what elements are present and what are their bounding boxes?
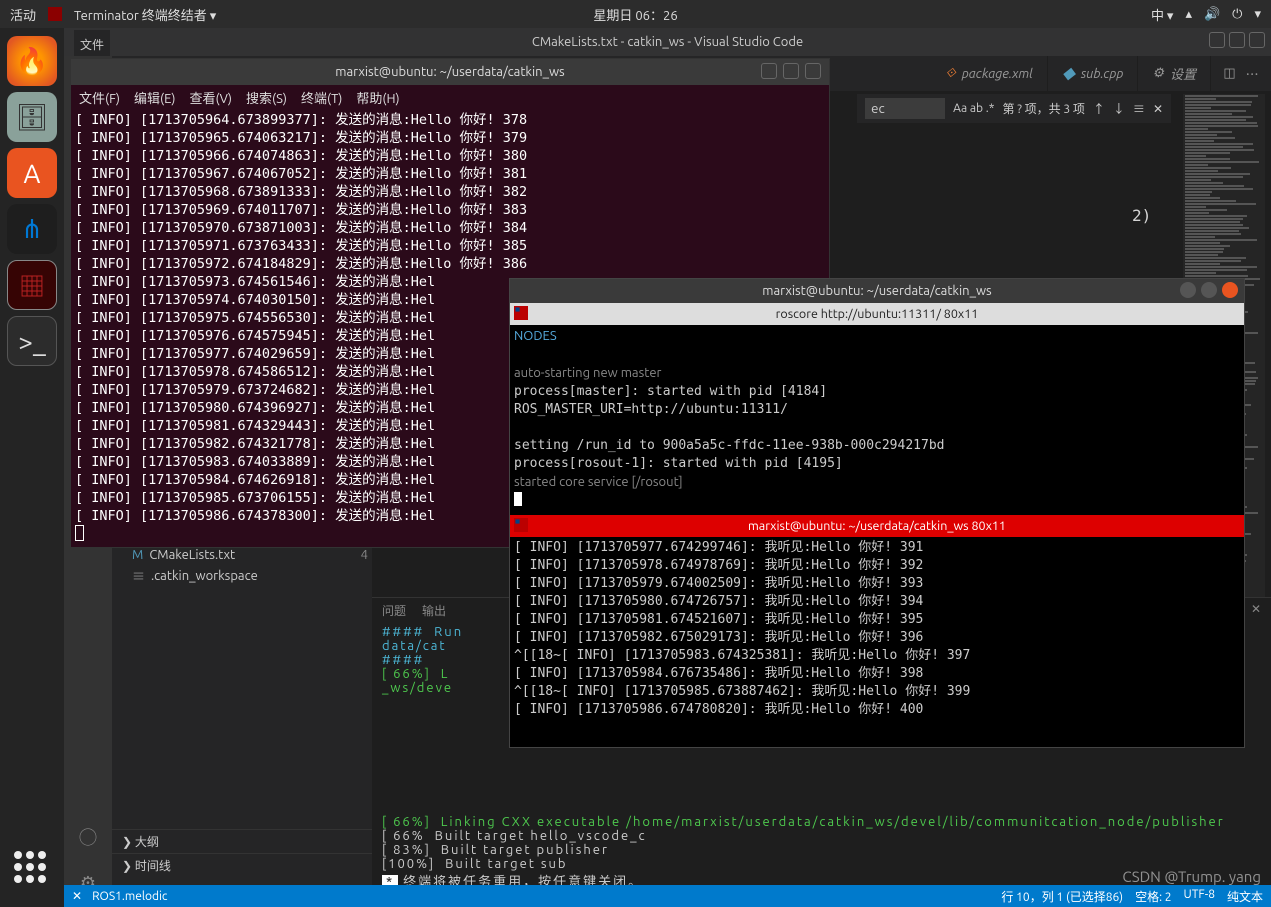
power-icon[interactable]: ⏻ [1232, 7, 1242, 22]
dock-ubuntu-software[interactable]: A [7, 148, 57, 198]
menu-view[interactable]: 查看(V) [190, 88, 232, 107]
tree-item-catkin-workspace[interactable]: ≡ .catkin_workspace [112, 564, 372, 587]
find-result-count: 第 ? 项，共 3 项 [1002, 100, 1084, 117]
dock-files[interactable]: 🗄 [7, 92, 57, 142]
gear-icon: ⚙ [1152, 66, 1164, 81]
outline-section: ❯ 大纲 ❯ 时间线 [112, 829, 372, 877]
watermark: CSDN @Trump. yang [1122, 868, 1261, 885]
dock-terminator[interactable]: ▦ [7, 260, 57, 310]
vscode-minimize[interactable] [1209, 32, 1225, 48]
pane1-header[interactable]: roscore http://ubuntu:11311/ 80x11 [510, 303, 1244, 325]
panel-tab-output[interactable]: 输出 [422, 602, 446, 619]
code-fragment: 2) [1132, 206, 1151, 225]
more-icon[interactable]: ⋯ [1246, 64, 1259, 83]
terminator-titlebar[interactable]: marxist@ubuntu: ~/userdata/catkin_ws [510, 279, 1244, 303]
tab-package-xml[interactable]: ⟐package.xml [932, 56, 1048, 91]
panel-tab-problems[interactable]: 问题 [382, 602, 406, 619]
status-remote-icon[interactable]: ✕ [72, 889, 82, 903]
dock-terminal[interactable]: >_ [7, 316, 57, 366]
tree-label: CMakeLists.txt [149, 548, 235, 562]
terminal-minimize[interactable] [761, 63, 777, 79]
vscode-close[interactable] [1249, 32, 1265, 48]
pane1-body[interactable]: NODES auto-starting new master process[m… [510, 325, 1244, 515]
terminator-title: marxist@ubuntu: ~/userdata/catkin_ws [762, 284, 991, 298]
terminator-minimize[interactable] [1180, 282, 1196, 298]
file-icon: M [132, 548, 143, 562]
statusbar[interactable]: ✕ ROS1.melodic 行 10，列 1 (已选择86) 空格: 2 UT… [64, 885, 1271, 907]
menu-help[interactable]: 帮助(H) [356, 88, 399, 107]
find-next-icon[interactable]: ↓ [1113, 100, 1125, 117]
find-selection-icon[interactable]: ≡ [1133, 100, 1145, 117]
outline-header[interactable]: ❯ 大纲 [112, 829, 372, 853]
status-ros[interactable]: ROS1.melodic [92, 890, 167, 903]
tab-sub-cpp[interactable]: ◆sub.cpp [1048, 56, 1138, 91]
dock-vscode[interactable]: ⋔ [7, 204, 57, 254]
status-indent[interactable]: 空格: 2 [1135, 888, 1171, 905]
status-cursor-pos[interactable]: 行 10，列 1 (已选择86) [1001, 888, 1123, 905]
terminal-maximize[interactable] [783, 63, 799, 79]
input-method-indicator[interactable]: 中 ▾ [1151, 5, 1174, 24]
terminal-close[interactable] [805, 63, 821, 79]
menu-terminal[interactable]: 终端(T) [301, 88, 342, 107]
menu-edit[interactable]: 编辑(E) [134, 88, 175, 107]
menu-file[interactable]: 文件(F) [79, 88, 120, 107]
vscode-maximize[interactable] [1229, 32, 1245, 48]
vscode-titlebar[interactable]: CMakeLists.txt - catkin_ws - Visual Stud… [64, 28, 1271, 56]
menu-search[interactable]: 搜索(S) [246, 88, 287, 107]
find-close-icon[interactable]: ✕ [1153, 102, 1163, 116]
tab-label: 设置 [1170, 64, 1196, 83]
panel-line: [ 66% Built target hello_vscode_c [382, 829, 1261, 843]
terminal-titlebar[interactable]: marxist@ubuntu: ~/userdata/catkin_ws [71, 59, 829, 85]
app-indicator-icon [48, 7, 62, 21]
terminator-maximize[interactable] [1201, 282, 1217, 298]
terminator-pane-icon [514, 518, 528, 532]
terminator-window[interactable]: marxist@ubuntu: ~/userdata/catkin_ws ros… [509, 278, 1245, 748]
panel-line: [ 66%] Linking CXX executable /home/marx… [382, 815, 1261, 829]
dock-firefox[interactable]: 🔥 [7, 36, 57, 86]
panel-close-icon[interactable]: ✕ [1251, 602, 1261, 619]
ubuntu-top-bar: 活动 Terminator 终端终结者 ▾ 星期日 06：26 中 ▾ ▴ 🔊 … [0, 0, 1271, 28]
pane2-body[interactable]: [ INFO] [1713705977.674299746]: 我听见:Hell… [510, 537, 1244, 721]
split-editor-icon[interactable]: ◫ [1223, 66, 1235, 81]
editor-find-widget[interactable]: Aa ab .* 第 ? 项，共 3 项 ↑ ↓ ≡ ✕ [857, 94, 1171, 123]
tab-label: package.xml [962, 67, 1033, 81]
find-options[interactable]: Aa ab .* [953, 102, 994, 115]
file-icon: ≡ [132, 566, 145, 585]
clock[interactable]: 星期日 06：26 [593, 5, 677, 24]
terminator-close[interactable] [1222, 282, 1238, 298]
status-encoding[interactable]: UTF-8 [1184, 888, 1215, 905]
activity-account-icon[interactable]: ◯ [74, 823, 102, 851]
terminator-pane-icon [514, 306, 528, 320]
terminal-title: marxist@ubuntu: ~/userdata/catkin_ws [335, 65, 564, 79]
chevron-down-icon[interactable]: ▾ [1254, 7, 1261, 22]
activities-button[interactable]: 活动 [10, 5, 36, 24]
pane-header-label: roscore http://ubuntu:11311/ 80x11 [776, 307, 979, 321]
ubuntu-dock: 🔥 🗄 A ⋔ ▦ >_ [0, 28, 64, 907]
panel-line: [ 83%] Built target publisher [382, 843, 1261, 857]
find-prev-icon[interactable]: ↑ [1093, 100, 1105, 117]
tab-settings[interactable]: ⚙ 设置 [1138, 56, 1211, 91]
git-badge: 4 [361, 548, 368, 562]
status-language[interactable]: 纯文本 [1227, 888, 1263, 905]
tree-item-cmakelists[interactable]: M CMakeLists.txt 4 [112, 546, 372, 564]
pane-header-label: marxist@ubuntu: ~/userdata/catkin_ws 80x… [748, 519, 1006, 533]
app-menu[interactable]: Terminator 终端终结者 ▾ [74, 5, 216, 24]
tab-label: sub.cpp [1081, 67, 1123, 81]
timeline-header[interactable]: ❯ 时间线 [112, 853, 372, 877]
vscode-title: CMakeLists.txt - catkin_ws - Visual Stud… [532, 35, 803, 49]
tree-label: .catkin_workspace [151, 569, 258, 583]
find-input[interactable] [865, 98, 945, 119]
terminal-menubar[interactable]: 文件(F) 编辑(E) 查看(V) 搜索(S) 终端(T) 帮助(H) [71, 85, 829, 109]
dock-show-apps[interactable] [14, 851, 50, 887]
volume-icon[interactable]: 🔊 [1204, 7, 1220, 22]
pane2-header[interactable]: marxist@ubuntu: ~/userdata/catkin_ws 80x… [510, 515, 1244, 537]
network-icon[interactable]: ▴ [1185, 7, 1192, 22]
